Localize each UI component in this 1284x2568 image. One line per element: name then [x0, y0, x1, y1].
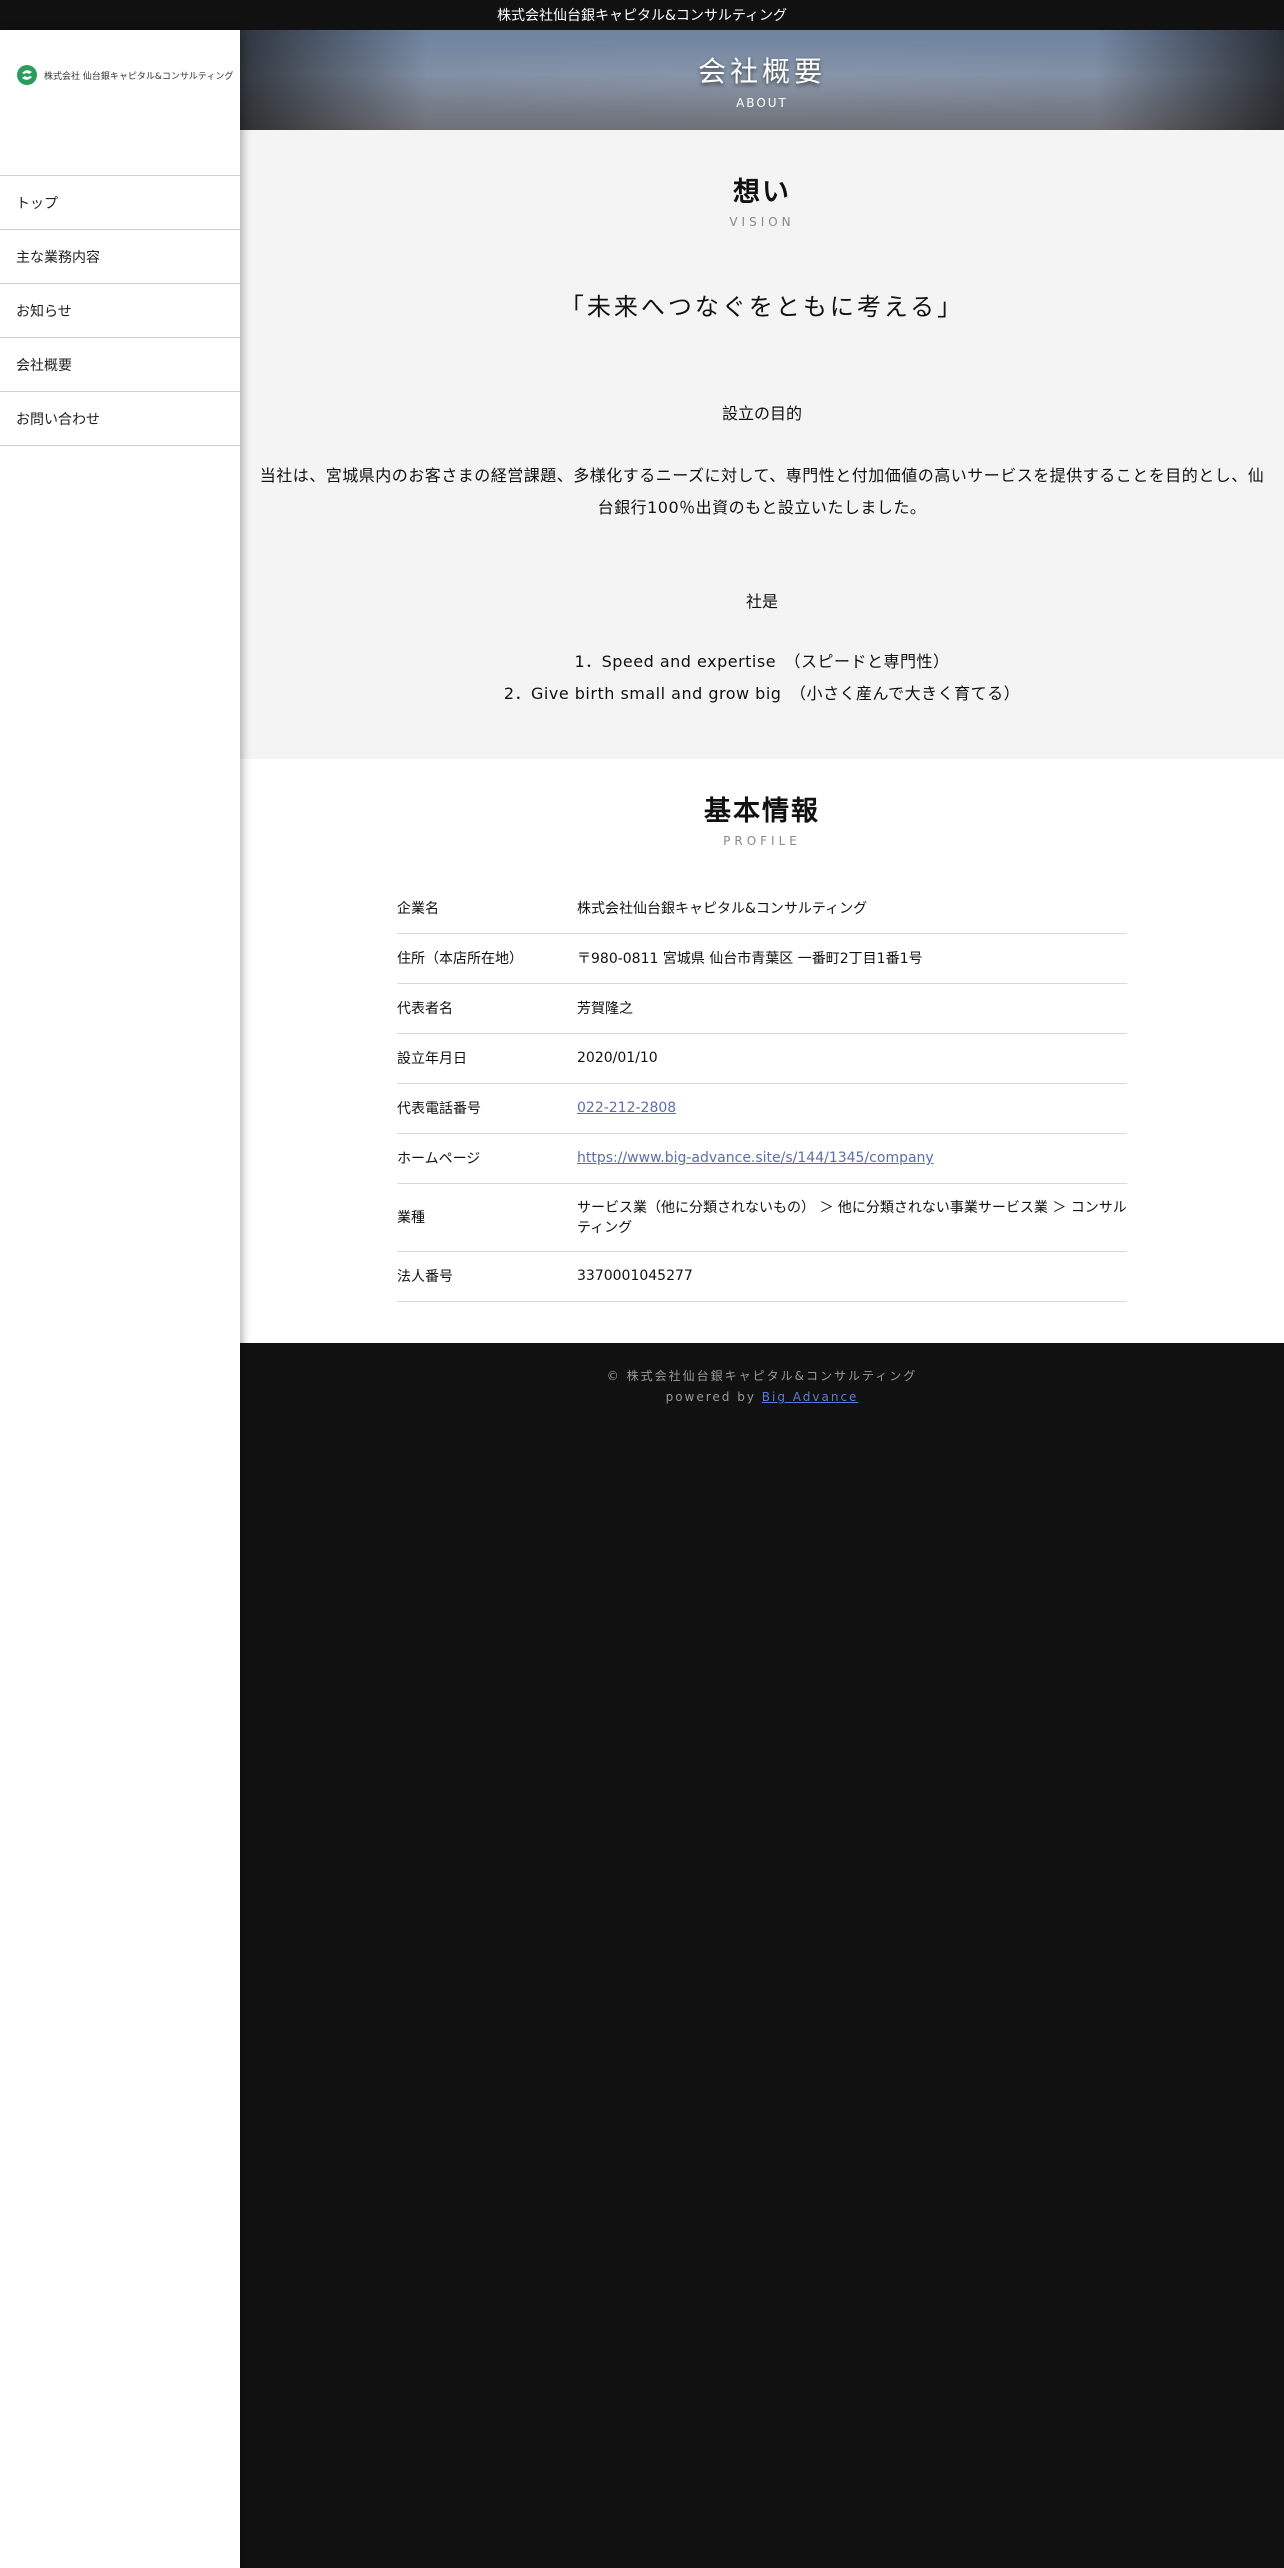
row-key: 代表電話番号 — [397, 1083, 577, 1134]
big-advance-link[interactable]: Big Advance — [762, 1390, 859, 1404]
table-row: 業種 サービス業（他に分類されないもの） ＞ 他に分類されない事業サービス業 ＞… — [397, 1183, 1127, 1252]
site-footer: © 株式会社仙台銀キャピタル&コンサルティング powered by Big A… — [240, 1343, 1284, 2568]
sidebar-item-label: お知らせ — [16, 303, 72, 320]
sidebar: 株式会社 仙台銀キャピタル&コンサルティング トップ 主な業務内容 お知らせ 会… — [0, 30, 240, 2568]
page-hero: 会社概要 ABOUT — [240, 30, 1284, 130]
page-subtitle: ABOUT — [736, 96, 788, 110]
row-value: サービス業（他に分類されないもの） ＞ 他に分類されない事業サービス業 ＞ コン… — [577, 1183, 1127, 1252]
credo-heading: 社是 — [745, 592, 778, 611]
sidebar-item-about[interactable]: 会社概要 — [0, 338, 240, 392]
credo-item: 1．Speed and expertise （スピードと専門性） — [574, 652, 950, 671]
copyright: © 株式会社仙台銀キャピタル&コンサルティング — [606, 1369, 918, 1383]
sidebar-item-news[interactable]: お知らせ — [0, 284, 240, 338]
vision-title: 想い — [733, 177, 791, 208]
logo-text: 株式会社 仙台銀キャピタル&コンサルティング — [44, 72, 234, 82]
powered-prefix: powered by — [665, 1390, 762, 1404]
profile-table: 企業名 株式会社仙台銀キャピタル&コンサルティング 住所（本店所在地） 〒980… — [397, 883, 1127, 1302]
purpose-text: 当社は、宮城県内のお客さまの経営課題、多様化するニーズに対して、専門性と付加価値… — [240, 460, 1284, 524]
row-key: 企業名 — [397, 883, 577, 934]
sidebar-item-contact[interactable]: お問い合わせ — [0, 392, 240, 446]
row-key: 業種 — [397, 1183, 577, 1252]
table-row: 代表者名 芳賀隆之 — [397, 983, 1127, 1034]
row-key: ホームページ — [397, 1133, 577, 1184]
sidebar-item-label: 主な業務内容 — [16, 249, 100, 266]
row-key: 代表者名 — [397, 983, 577, 1034]
logo-mark-icon — [17, 65, 37, 85]
table-row: 代表電話番号 022-212-2808 — [397, 1083, 1127, 1134]
sidebar-item-label: トップ — [16, 195, 58, 212]
table-row: 住所（本店所在地） 〒980-0811 宮城県 仙台市青葉区 一番町2丁目1番1… — [397, 933, 1127, 984]
purpose-heading: 設立の目的 — [721, 404, 802, 423]
row-value: 022-212-2808 — [577, 1083, 1127, 1134]
homepage-link[interactable]: https://www.big-advance.site/s/144/1345/… — [577, 1150, 934, 1166]
site-title: 株式会社仙台銀キャピタル&コンサルティング — [496, 8, 788, 24]
row-value: 株式会社仙台銀キャピタル&コンサルティング — [577, 883, 1127, 934]
company-motto: 「未来へつなぐをともに考える」 — [559, 293, 965, 321]
sidebar-item-label: 会社概要 — [16, 357, 72, 374]
row-value: 〒980-0811 宮城県 仙台市青葉区 一番町2丁目1番1号 — [577, 933, 1127, 984]
table-row: 企業名 株式会社仙台銀キャピタル&コンサルティング — [397, 883, 1127, 934]
site-topbar: 株式会社仙台銀キャピタル&コンサルティング — [0, 0, 1284, 30]
row-value: 芳賀隆之 — [577, 983, 1127, 1034]
vision-section: 想い VISION 「未来へつなぐをともに考える」 設立の目的 当社は、宮城県内… — [240, 130, 1284, 759]
profile-title: 基本情報 — [704, 796, 820, 827]
table-row: 法人番号 3370001045277 — [397, 1251, 1127, 1302]
table-row: ホームページ https://www.big-advance.site/s/14… — [397, 1133, 1127, 1184]
purpose-line: 台銀行100％出資のもと設立いたしました。 — [597, 498, 927, 517]
sidebar-item-services[interactable]: 主な業務内容 — [0, 230, 240, 284]
row-key: 設立年月日 — [397, 1033, 577, 1084]
row-key: 住所（本店所在地） — [397, 933, 577, 984]
main-content: 会社概要 ABOUT 想い VISION 「未来へつなぐをともに考える」 設立の… — [240, 30, 1284, 2568]
vision-subtitle: VISION — [729, 215, 795, 229]
row-value: 3370001045277 — [577, 1251, 1127, 1302]
purpose-line: 当社は、宮城県内のお客さまの経営課題、多様化するニーズに対して、専門性と付加価値… — [259, 466, 1265, 485]
profile-section: 基本情報 PROFILE 企業名 株式会社仙台銀キャピタル&コンサルティング 住… — [240, 759, 1284, 1343]
credo-item: 2．Give birth small and grow big （小さく産んで大… — [503, 684, 1021, 703]
sidebar-item-top[interactable]: トップ — [0, 176, 240, 230]
page-title: 会社概要 — [697, 55, 826, 88]
row-value: 2020/01/10 — [577, 1033, 1127, 1084]
company-logo[interactable]: 株式会社 仙台銀キャピタル&コンサルティング — [0, 30, 240, 175]
row-key: 法人番号 — [397, 1251, 577, 1302]
table-row: 設立年月日 2020/01/10 — [397, 1033, 1127, 1084]
powered-by: powered by Big Advance — [240, 1390, 1284, 1404]
sidebar-item-label: お問い合わせ — [16, 411, 100, 428]
profile-subtitle: PROFILE — [723, 834, 801, 848]
sidebar-nav: トップ 主な業務内容 お知らせ 会社概要 お問い合わせ — [0, 175, 240, 446]
phone-link[interactable]: 022-212-2808 — [577, 1100, 676, 1116]
credo-list: 1．Speed and expertise （スピードと専門性） 2．Give … — [240, 646, 1284, 710]
row-value: https://www.big-advance.site/s/144/1345/… — [577, 1133, 1127, 1184]
